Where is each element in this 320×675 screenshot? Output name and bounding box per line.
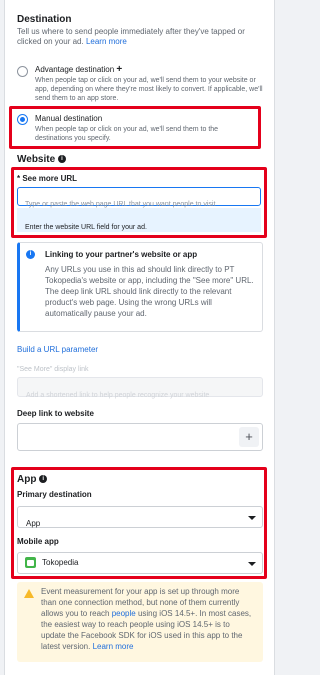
partner-info-body: Any URLs you use in this ad should link … — [45, 265, 254, 318]
destination-panel: Destination Tell us where to send people… — [4, 0, 275, 675]
chevron-down-icon — [248, 562, 256, 566]
app-title: App i — [17, 474, 48, 485]
warning-learn-more-link[interactable]: Learn more — [93, 642, 134, 651]
warning-body-text: Event measurement for your app is set up… — [41, 587, 252, 651]
mobile-app-value: Tokopedia — [42, 558, 79, 567]
build-url-parameter-link[interactable]: Build a URL parameter — [17, 345, 98, 355]
manual-destination-label: Manual destination — [35, 114, 103, 123]
website-title-text: Website — [17, 154, 56, 165]
see-more-url-input[interactable]: Type or paste the web page URL that you … — [17, 187, 261, 208]
partner-info-title: Linking to your partner's website or app — [45, 250, 198, 259]
primary-destination-label: Primary destination — [17, 490, 92, 499]
destination-description: Tell us where to send people immediately… — [17, 27, 267, 47]
advantage-destination-label: Advantage destination + — [35, 65, 122, 75]
info-icon: i — [57, 155, 66, 164]
url-error-text: Enter the website URL field for your ad. — [25, 224, 147, 231]
mobile-app-label: Mobile app — [17, 537, 59, 546]
destination-title: Destination — [17, 14, 72, 25]
warning-people-link[interactable]: people — [112, 609, 136, 618]
deep-link-label: Deep link to website — [17, 409, 94, 418]
website-title: Website i — [17, 154, 66, 165]
primary-destination-select[interactable]: App — [17, 506, 263, 528]
advantage-destination-radio[interactable] — [17, 66, 28, 77]
url-placeholder-text: Type or paste the web page URL that you … — [25, 201, 216, 208]
url-error-box: Enter the website URL field for your ad. — [17, 208, 261, 232]
manual-destination-radio[interactable] — [17, 114, 28, 125]
destination-desc-text: Tell us where to send people immediately… — [17, 27, 245, 46]
advantage-destination-desc: When people tap or click on your ad, we'… — [35, 77, 263, 102]
display-link-input[interactable]: Add a shortened link to help people reco… — [17, 377, 263, 399]
tokopedia-app-icon — [25, 557, 36, 568]
primary-destination-value: App — [26, 519, 41, 528]
destination-learn-more-link[interactable]: Learn more — [86, 37, 127, 46]
manual-destination-desc: When people tap or click on your ad, we'… — [35, 126, 219, 142]
see-more-url-label: * See more URL — [17, 174, 78, 183]
chevron-down-icon — [248, 516, 256, 520]
info-icon: i — [39, 475, 48, 484]
advantage-plus-icon: + — [116, 64, 123, 75]
advantage-label-text: Advantage destination — [35, 65, 115, 74]
info-icon: i — [26, 250, 35, 259]
app-title-text: App — [17, 474, 37, 485]
warning-icon — [24, 589, 34, 598]
deep-link-input[interactable] — [17, 423, 263, 451]
add-deep-link-plus-icon[interactable]: + — [239, 427, 259, 447]
display-link-label: "See More" display link — [17, 366, 89, 373]
display-link-placeholder: Add a shortened link to help people reco… — [26, 392, 210, 399]
ios-warning-text: Event measurement for your app is set up… — [41, 586, 255, 652]
